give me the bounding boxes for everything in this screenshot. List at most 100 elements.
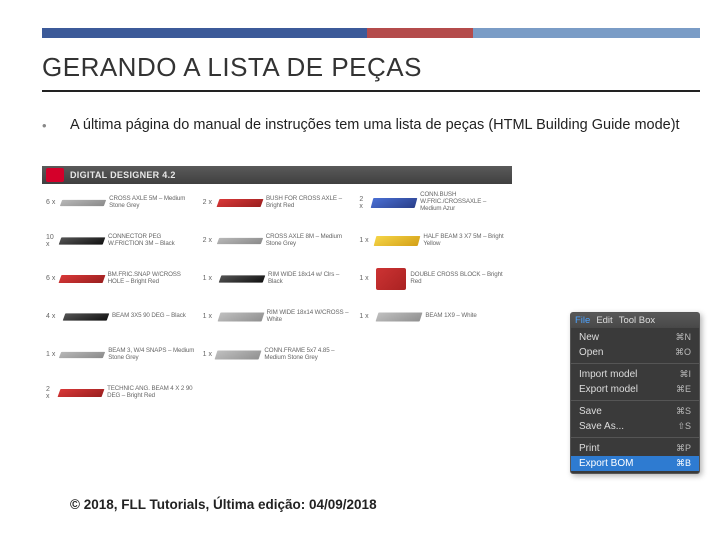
- part-name: HALF BEAM 3 X7 5M – Bright Yellow: [423, 234, 508, 248]
- menu-item-shortcut: ⇧S: [677, 421, 691, 432]
- parts-cell: 2 x CONN.BUSH W.FRIC./CROSSAXLE – Medium …: [355, 184, 512, 222]
- part-name: BEAM 3X5 90 DEG – Black: [112, 313, 186, 320]
- part-thumb-icon: [217, 312, 264, 321]
- menu-item-label: Open: [579, 347, 603, 358]
- menu-tab-edit[interactable]: Edit: [596, 315, 612, 326]
- part-thumb-icon: [376, 312, 423, 321]
- title-underline: [42, 90, 700, 92]
- parts-cell: 1 xCONN.FRAME 5x7 4.85 – Medium Stone Gr…: [199, 336, 356, 374]
- parts-cell: 1 x RIM WIDE 18x14 w/ Clrs – Black: [199, 260, 356, 298]
- menu-item-shortcut: ⌘P: [676, 443, 691, 454]
- menu-item-print[interactable]: Print ⌘P: [571, 441, 699, 456]
- part-thumb-icon: [216, 198, 263, 206]
- menu-item-shortcut: ⌘B: [676, 458, 691, 469]
- parts-cell: 2 xBUSH FOR CROSS AXLE – Bright Red: [199, 184, 356, 222]
- body-paragraph: A última página do manual de instruções …: [70, 116, 690, 136]
- parts-cell: 1 x HALF BEAM 3 X7 5M – Bright Yellow: [355, 222, 512, 260]
- part-name: CONNECTOR PEG W.FRICTION 3M – Black: [108, 234, 195, 248]
- part-qty: 4 x: [46, 313, 60, 320]
- parts-cell: [355, 374, 512, 412]
- menu-tabs: File Edit Tool Box: [571, 313, 699, 328]
- part-thumb-icon: [58, 388, 105, 396]
- menu-item-export-bom[interactable]: Export BOM ⌘B: [571, 456, 699, 471]
- part-name: BEAM 3, W/4 SNAPS – Medium Stone Grey: [108, 348, 194, 362]
- menu-item-label: Save As...: [579, 421, 624, 432]
- parts-list-screenshot: DIGITAL DESIGNER 4.2 6 x CROSS AXLE 5M – …: [42, 166, 512, 456]
- part-thumb-icon: [59, 237, 106, 244]
- part-qty: 1 x: [359, 313, 373, 320]
- part-name: BM.FRIC.SNAP W/CROSS HOLE – Bright Red: [108, 272, 195, 286]
- part-thumb-icon: [217, 237, 263, 243]
- menu-divider: [571, 363, 699, 364]
- part-name: TECHNIC ANG. BEAM 4 X 2 90 DEG – Bright …: [107, 386, 195, 400]
- part-qty: 1 x: [359, 237, 371, 244]
- menu-item-label: Print: [579, 443, 600, 454]
- menu-item-shortcut: ⌘O: [675, 347, 691, 358]
- part-qty: 1 x: [46, 351, 56, 358]
- footer-copyright: © 2018, FLL Tutorials, Última edição: 04…: [70, 497, 377, 512]
- part-qty: 1 x: [203, 275, 216, 282]
- parts-cell: 1 x DOUBLE CROSS BLOCK – Bright Red: [355, 260, 512, 298]
- menu-item-label: Export model: [579, 384, 638, 395]
- menu-item-shortcut: ⌘E: [676, 384, 691, 395]
- menu-item-save[interactable]: Save ⌘S: [571, 404, 699, 419]
- parts-cell: 1 x BEAM 1X9 – White: [355, 298, 512, 336]
- parts-cell: 1 x BEAM 3, W/4 SNAPS – Medium Stone Grey: [42, 336, 199, 374]
- bullet-marker: •: [42, 118, 47, 133]
- ldd-title-text: DIGITAL DESIGNER 4.2: [70, 170, 176, 180]
- part-qty: 2 x: [46, 386, 55, 400]
- part-thumb-icon: [59, 351, 105, 357]
- part-name: BUSH FOR CROSS AXLE – Bright Red: [266, 196, 351, 210]
- parts-cell: 10 x CONNECTOR PEG W.FRICTION 3M – Black: [42, 222, 199, 260]
- menu-item-label: Export BOM: [579, 458, 633, 469]
- part-thumb-icon: [215, 350, 262, 359]
- part-thumb-icon: [63, 313, 110, 320]
- part-thumb-icon: [374, 236, 421, 246]
- part-qty: 1 x: [359, 275, 372, 282]
- part-qty: 1 x: [203, 313, 215, 320]
- menu-item-import-model[interactable]: Import model ⌘I: [571, 367, 699, 382]
- part-qty: 2 x: [203, 237, 214, 244]
- parts-cell: 6 x CROSS AXLE 5M – Medium Stone Grey: [42, 184, 199, 222]
- part-qty: 6 x: [46, 275, 56, 282]
- menu-item-open[interactable]: Open ⌘O: [571, 345, 699, 360]
- part-thumb-icon: [219, 275, 266, 282]
- title-accent-bar: [42, 28, 700, 38]
- lego-logo-icon: [46, 168, 64, 182]
- part-name: CROSS AXLE 5M – Medium Stone Grey: [109, 196, 195, 210]
- menu-item-shortcut: ⌘I: [679, 369, 691, 380]
- part-qty: 2 x: [359, 196, 368, 210]
- part-name: BEAM 1X9 – White: [425, 313, 476, 320]
- part-name: RIM WIDE 18x14 w/ Clrs – Black: [268, 272, 351, 286]
- part-name: CROSS AXLE 8M – Medium Stone Grey: [266, 234, 352, 248]
- parts-cell: 4 x BEAM 3X5 90 DEG – Black: [42, 298, 199, 336]
- menu-item-label: New: [579, 332, 599, 343]
- part-thumb-icon: [58, 274, 105, 282]
- menu-divider: [571, 437, 699, 438]
- part-thumb-icon: [376, 268, 406, 290]
- part-qty: 1 x: [203, 351, 213, 358]
- menu-tab-toolbox[interactable]: Tool Box: [619, 315, 655, 326]
- menu-tab-file[interactable]: File: [575, 315, 590, 326]
- part-name: DOUBLE CROSS BLOCK – Bright Red: [410, 272, 508, 286]
- menu-item-label: Save: [579, 406, 602, 417]
- parts-cell: 2 x TECHNIC ANG. BEAM 4 X 2 90 DEG – Brig…: [42, 374, 199, 412]
- menu-item-export-model[interactable]: Export model ⌘E: [571, 382, 699, 397]
- menu-item-new[interactable]: New ⌘N: [571, 330, 699, 345]
- menu-item-shortcut: ⌘N: [676, 332, 692, 343]
- part-name: CONN.BUSH W.FRIC./CROSSAXLE – Medium Azu…: [420, 192, 508, 212]
- part-thumb-icon: [371, 198, 418, 208]
- slide-title: GERANDO A LISTA DE PEÇAS: [42, 52, 700, 83]
- parts-cell: [199, 374, 356, 412]
- ldd-header-bar: DIGITAL DESIGNER 4.2: [42, 166, 512, 184]
- parts-cell: 1 x RIM WIDE 18x14 W/CROSS – White: [199, 298, 356, 336]
- part-name: RIM WIDE 18x14 W/CROSS – White: [267, 310, 352, 324]
- part-qty: 10 x: [46, 234, 56, 248]
- menu-item-save-as-[interactable]: Save As... ⇧S: [571, 419, 699, 434]
- parts-cell: 6 x BM.FRIC.SNAP W/CROSS HOLE – Bright Re…: [42, 260, 199, 298]
- part-qty: 6 x: [46, 199, 57, 206]
- menu-item-label: Import model: [579, 369, 637, 380]
- parts-cell: 2 x CROSS AXLE 8M – Medium Stone Grey: [199, 222, 356, 260]
- part-thumb-icon: [60, 199, 106, 205]
- menu-item-shortcut: ⌘S: [676, 406, 691, 417]
